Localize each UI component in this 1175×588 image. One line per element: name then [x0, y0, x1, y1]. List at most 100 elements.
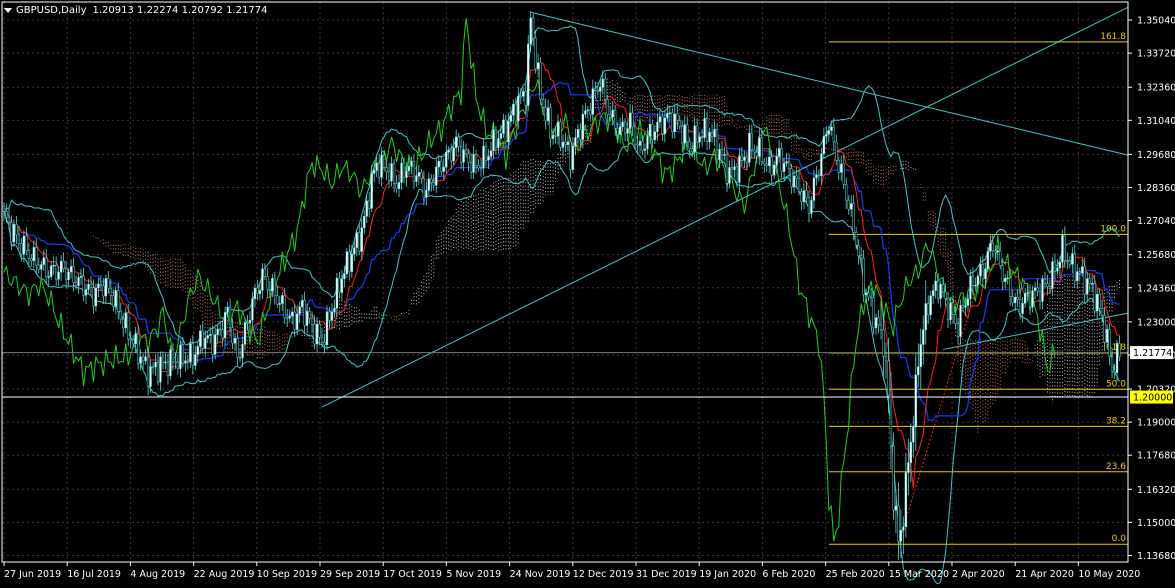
- candle-body: [917, 366, 920, 376]
- candle-body: [591, 88, 594, 115]
- candle-body: [852, 203, 855, 233]
- candle-body: [196, 346, 199, 355]
- candle-body: [919, 344, 922, 367]
- candle: [539, 57, 542, 106]
- candle-body: [782, 162, 786, 172]
- candle-body: [758, 137, 761, 157]
- candle-body: [219, 328, 222, 331]
- candle-body: [710, 132, 714, 138]
- candle: [559, 118, 562, 152]
- candle-body: [345, 251, 348, 275]
- candle-body: [462, 149, 465, 163]
- candle-body: [914, 374, 917, 428]
- candle-body: [373, 169, 376, 174]
- candle-body: [700, 136, 704, 138]
- candle-body: [1026, 292, 1029, 294]
- candle-body: [646, 136, 649, 150]
- candle-body: [1038, 290, 1042, 302]
- candle-body: [827, 130, 830, 135]
- candle-body: [1009, 277, 1012, 298]
- candle-body: [628, 112, 632, 129]
- candle-body: [527, 43, 530, 106]
- candle-body: [887, 360, 890, 396]
- candle-body: [72, 266, 75, 283]
- candle-body: [479, 167, 483, 170]
- candle-body: [2, 206, 6, 212]
- candle-body: [338, 277, 341, 293]
- chart-canvas[interactable]: 161.8100.061.850.038.223.60.0 1.350401.3…: [0, 0, 1175, 585]
- candle-body: [802, 190, 806, 203]
- candle-body: [755, 151, 758, 157]
- candle-body: [775, 156, 778, 166]
- candle-body: [643, 148, 647, 151]
- candle-body: [907, 462, 910, 473]
- candle-body: [77, 277, 80, 286]
- candle-body: [845, 184, 848, 201]
- candle-body: [929, 295, 932, 316]
- candle-body: [370, 173, 373, 209]
- candle-body: [348, 251, 351, 272]
- candle-body: [214, 334, 217, 355]
- candle-body: [186, 361, 189, 363]
- candle-body: [445, 152, 448, 168]
- candle-body: [228, 306, 232, 328]
- candle-body: [395, 183, 398, 189]
- price-tick-label: 1.16320: [1137, 485, 1175, 496]
- fibo-level-label: 161.8: [1100, 32, 1126, 42]
- candle-body: [1041, 278, 1044, 302]
- candle-body: [666, 113, 669, 119]
- candle-body: [728, 167, 731, 184]
- candle-body: [559, 121, 562, 148]
- time-tick-label: 2 Apr 2020: [952, 569, 1005, 580]
- candle-body: [807, 197, 811, 214]
- candle-body: [288, 315, 291, 319]
- candle-body: [1078, 271, 1081, 274]
- candle-body: [504, 119, 508, 142]
- candle-body: [246, 322, 249, 324]
- symbol-label: GBPUSD,Daily: [16, 4, 87, 16]
- price-chart[interactable]: 161.8100.061.850.038.223.60.0 1.350401.3…: [0, 0, 1175, 585]
- candle-body: [1043, 278, 1047, 284]
- candle-body: [651, 124, 654, 141]
- candle-body: [241, 344, 244, 359]
- candle-body: [407, 165, 411, 172]
- candle-body: [539, 62, 542, 100]
- candle-body: [435, 166, 438, 186]
- candle-body: [745, 156, 748, 163]
- candle-body: [440, 160, 443, 172]
- candle-body: [253, 287, 257, 299]
- candle-body: [1093, 283, 1096, 312]
- candle-body: [7, 216, 11, 223]
- candle-body: [715, 128, 719, 161]
- candle: [715, 123, 719, 165]
- candle-body: [879, 324, 883, 331]
- candle-body: [146, 356, 150, 387]
- candle-body: [189, 343, 192, 363]
- candle-body: [641, 141, 644, 151]
- candle-body: [932, 290, 935, 297]
- candle-body: [805, 190, 808, 198]
- candle-body: [780, 148, 783, 172]
- candle-body: [673, 113, 676, 132]
- candle-body: [427, 178, 430, 191]
- candle-body: [835, 141, 838, 161]
- candle-body: [318, 323, 321, 338]
- candle-body: [194, 354, 197, 366]
- dropdown-arrow-icon[interactable]: [4, 8, 12, 13]
- candle-body: [941, 284, 945, 293]
- candle-body: [954, 314, 957, 324]
- candle-body: [529, 17, 532, 45]
- candle-body: [514, 103, 517, 122]
- candle-body: [556, 121, 560, 137]
- candle-body: [1036, 287, 1039, 292]
- candle-body: [171, 349, 175, 363]
- candle-body: [300, 300, 304, 308]
- candle-body: [532, 17, 535, 39]
- candle-body: [37, 264, 40, 270]
- candle-body: [720, 149, 724, 156]
- candle-body: [681, 126, 684, 144]
- candle-body: [365, 200, 368, 217]
- candle-body: [705, 117, 709, 143]
- candle-body: [939, 284, 942, 299]
- candle-body: [857, 245, 860, 256]
